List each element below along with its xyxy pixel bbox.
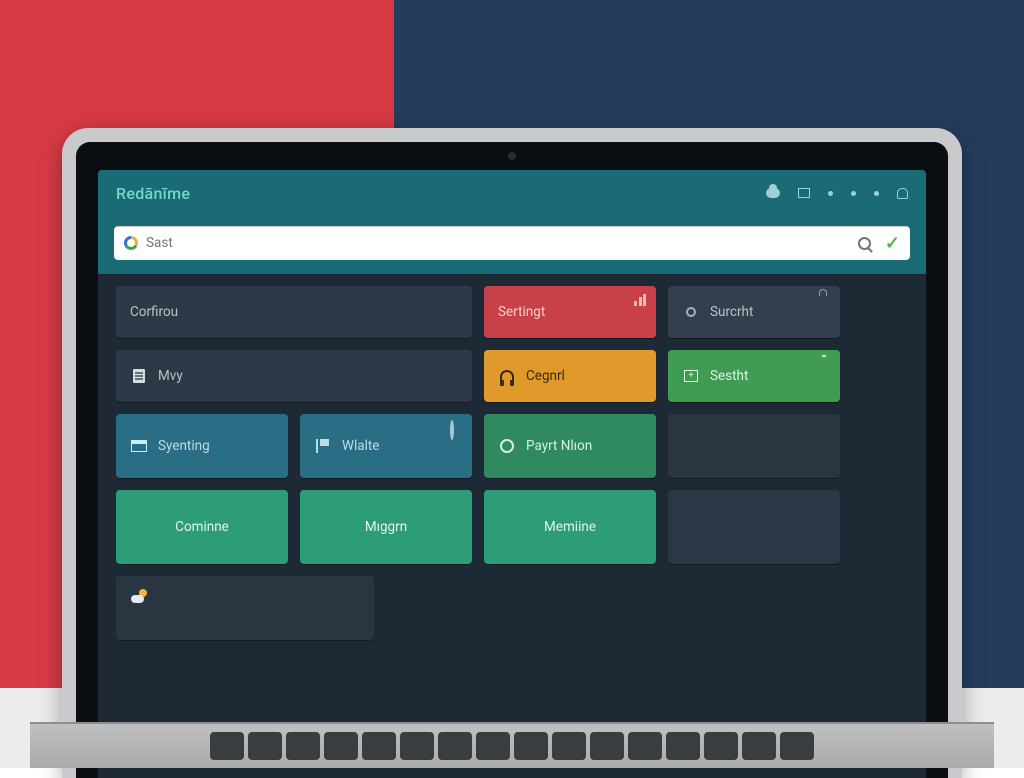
monitor-icon xyxy=(130,437,148,455)
pin-icon xyxy=(682,303,700,321)
lock-icon xyxy=(818,294,830,306)
window-icon[interactable] xyxy=(798,188,810,198)
tile-side-empty[interactable] xyxy=(668,490,840,564)
search-bar[interactable]: ✓ xyxy=(114,226,910,260)
status-dot-1-icon[interactable] xyxy=(828,191,833,196)
tile-label: Wlalte xyxy=(342,438,379,454)
laptop-frame: Redānīme ✓ xyxy=(62,128,962,778)
tile-label: Corfirou xyxy=(130,304,178,320)
tile-side-list[interactable] xyxy=(668,414,840,478)
search-input[interactable] xyxy=(146,235,850,251)
tile-wlalte[interactable]: Wlalte xyxy=(300,414,472,478)
bell-icon[interactable] xyxy=(897,188,908,199)
tile-memiine[interactable]: Memiine xyxy=(484,490,656,564)
tile-label: Payrt Nlıon xyxy=(526,438,592,454)
tile-sertingt[interactable]: Sertingt xyxy=(484,286,656,338)
headset-icon xyxy=(498,367,516,385)
flag-icon xyxy=(314,437,332,455)
gear-icon xyxy=(498,437,516,455)
list-icon xyxy=(818,424,830,436)
check-icon[interactable]: ✓ xyxy=(885,233,900,254)
webcam xyxy=(508,152,516,160)
tile-label: Cegnrl xyxy=(526,368,565,384)
cloud-icon[interactable] xyxy=(766,188,780,198)
tile-label: Mvy xyxy=(158,368,183,384)
tile-label: Mıggrn xyxy=(365,519,407,535)
tile-surcrht[interactable]: Surcrht xyxy=(668,286,840,338)
tile-payrt-nlion[interactable]: Payrt Nlıon xyxy=(484,414,656,478)
tile-label: Memiine xyxy=(544,519,596,535)
status-dot-2-icon[interactable] xyxy=(851,191,856,196)
tile-mvy[interactable]: Mvy xyxy=(116,350,472,402)
browser-ring-icon xyxy=(124,236,138,250)
search-icon[interactable] xyxy=(858,237,871,250)
tile-miggrn[interactable]: Mıggrn xyxy=(300,490,472,564)
tile-corfirou[interactable]: Corfirou xyxy=(116,286,472,338)
tile-label: Sertingt xyxy=(498,304,545,320)
tile-syenting[interactable]: Syenting xyxy=(116,414,288,478)
tile-weather[interactable] xyxy=(116,576,374,640)
chat-icon xyxy=(818,358,830,370)
app-brand[interactable]: Redānīme xyxy=(116,184,190,203)
tile-label: Sestht xyxy=(710,368,748,384)
header-icon-group xyxy=(766,188,908,199)
tile-label: Cominne xyxy=(175,519,229,535)
document-icon xyxy=(130,367,148,385)
search-bar-wrap: ✓ xyxy=(98,216,926,274)
screen-bezel: Redānīme ✓ xyxy=(76,142,948,778)
tile-label: Surcrht xyxy=(710,304,753,320)
tile-sestht[interactable]: Sestht xyxy=(668,350,840,402)
laptop-keyboard xyxy=(30,722,994,768)
stats-icon xyxy=(634,294,646,306)
calendar-add-icon xyxy=(682,367,700,385)
weather-icon xyxy=(130,588,148,606)
tile-label: Syenting xyxy=(158,438,210,454)
tile-cegnrl[interactable]: Cegnrl xyxy=(484,350,656,402)
pin-icon xyxy=(450,422,462,434)
app-screen: Redānīme ✓ xyxy=(98,170,926,778)
status-dot-3-icon[interactable] xyxy=(874,191,879,196)
tile-grid: Corfirou Sertingt Surcrht xyxy=(98,274,926,778)
tile-cominne[interactable]: Cominne xyxy=(116,490,288,564)
app-header: Redānīme xyxy=(98,170,926,216)
